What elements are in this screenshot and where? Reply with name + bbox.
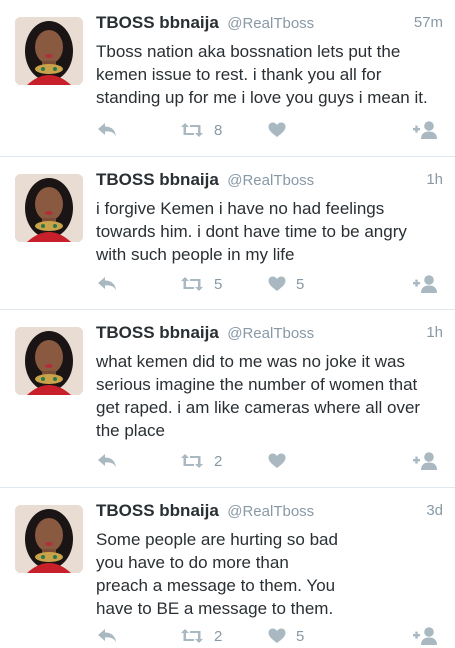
display-name[interactable]: TBOSS bbnaija <box>96 13 219 32</box>
heart-icon <box>268 628 286 643</box>
follow-button[interactable] <box>412 118 438 142</box>
retweet-button[interactable]: 2 <box>180 449 222 473</box>
reply-button[interactable] <box>96 449 118 473</box>
avatar[interactable] <box>15 505 83 573</box>
retweet-icon <box>181 454 203 468</box>
tweet-text: Tboss nation aka bossnation lets put the… <box>96 42 428 107</box>
retweet-icon <box>181 123 203 137</box>
follow-button[interactable] <box>412 624 438 648</box>
like-count: 5 <box>296 275 305 293</box>
heart-icon <box>268 276 286 291</box>
tweet[interactable]: TBOSS bbnaija @RealTboss 1h i forgive Ke… <box>0 157 455 310</box>
reply-button[interactable] <box>96 272 118 296</box>
user-handle[interactable]: @RealTboss <box>227 325 314 342</box>
timestamp[interactable]: 1h <box>426 171 443 188</box>
user-handle[interactable]: @RealTboss <box>227 503 314 520</box>
user-handle[interactable]: @RealTboss <box>227 15 314 32</box>
tweet-actions: 5 5 <box>96 272 446 296</box>
follow-button[interactable] <box>412 449 438 473</box>
reply-button[interactable] <box>96 624 118 648</box>
display-name[interactable]: TBOSS bbnaija <box>96 170 219 189</box>
tweet[interactable]: TBOSS bbnaija @RealTboss 57m Tboss natio… <box>0 0 455 157</box>
heart-icon <box>268 122 286 137</box>
tweet-actions: 2 <box>96 449 446 473</box>
tweet[interactable]: TBOSS bbnaija @RealTboss 1h what kemen d… <box>0 310 455 488</box>
follow-icon <box>413 121 437 139</box>
follow-icon <box>413 627 437 645</box>
retweet-button[interactable]: 5 <box>180 272 222 296</box>
display-name[interactable]: TBOSS bbnaija <box>96 323 219 342</box>
retweet-count: 2 <box>214 627 223 645</box>
like-count: 5 <box>296 627 305 645</box>
avatar[interactable] <box>15 327 83 395</box>
retweet-button[interactable]: 8 <box>180 118 222 142</box>
tweet-text: Some people are hurting so bad you have … <box>96 530 338 618</box>
like-button[interactable] <box>268 449 296 473</box>
retweet-icon <box>181 629 203 643</box>
reply-icon <box>98 123 116 136</box>
user-handle[interactable]: @RealTboss <box>227 172 314 189</box>
tweet-actions: 2 5 <box>96 624 446 648</box>
timestamp[interactable]: 3d <box>426 502 443 519</box>
reply-icon <box>98 454 116 467</box>
timestamp[interactable]: 1h <box>426 324 443 341</box>
follow-button[interactable] <box>412 272 438 296</box>
reply-icon <box>98 629 116 642</box>
retweet-button[interactable]: 2 <box>180 624 222 648</box>
avatar[interactable] <box>15 174 83 242</box>
like-button[interactable]: 5 <box>268 272 304 296</box>
heart-icon <box>268 453 286 468</box>
follow-icon <box>413 452 437 470</box>
retweet-count: 8 <box>214 121 223 139</box>
follow-icon <box>413 275 437 293</box>
avatar[interactable] <box>15 17 83 85</box>
tweet-feed: TBOSS bbnaija @RealTboss 57m Tboss natio… <box>0 0 455 645</box>
reply-button[interactable] <box>96 118 118 142</box>
retweet-count: 5 <box>214 275 223 293</box>
tweet-text: what kemen did to me was no joke it was … <box>96 352 421 440</box>
like-button[interactable] <box>268 118 296 142</box>
like-button[interactable]: 5 <box>268 624 304 648</box>
reply-icon <box>98 277 116 290</box>
retweet-count: 2 <box>214 452 223 470</box>
tweet-text: i forgive Kemen i have no had feelings t… <box>96 199 407 264</box>
tweet[interactable]: TBOSS bbnaija @RealTboss 3d Some people … <box>0 488 455 645</box>
retweet-icon <box>181 277 203 291</box>
display-name[interactable]: TBOSS bbnaija <box>96 501 219 520</box>
tweet-actions: 8 <box>96 118 446 142</box>
timestamp[interactable]: 57m <box>414 14 443 31</box>
